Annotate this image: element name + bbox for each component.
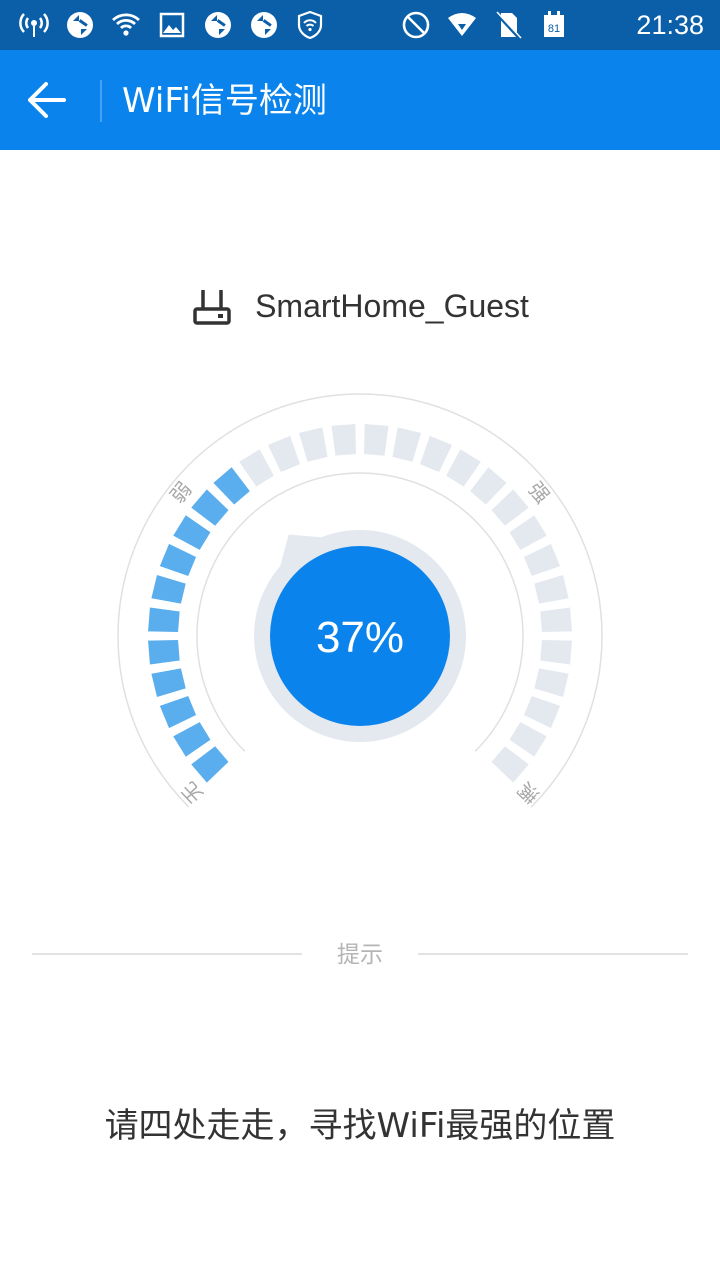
gauge-label-none: 无 — [177, 777, 208, 808]
gauge-segment-inactive — [239, 449, 274, 487]
back-arrow-icon[interactable] — [22, 76, 74, 124]
gauge-label-full: 满 — [512, 777, 543, 808]
wifi-icon — [112, 13, 140, 36]
gauge-segment-active — [159, 543, 197, 576]
gauge-segment-inactive — [540, 640, 572, 665]
sync-icon — [205, 12, 231, 38]
tip-text: 请四处走走，寻找WiFi最强的位置 — [104, 1106, 616, 1146]
status-bar: 81 21:38 — [0, 0, 720, 50]
network-ssid: SmartHome_Guest — [255, 287, 529, 324]
status-bar-left-icons — [18, 9, 326, 41]
gauge-segment-active — [173, 515, 211, 550]
gauge-segment-inactive — [540, 607, 572, 632]
gauge-label-strong: 强 — [523, 477, 554, 508]
sync-icon — [67, 12, 93, 38]
gauge-segment-inactive — [298, 427, 328, 462]
tip-divider-right — [418, 953, 688, 955]
gauge-segment-active — [213, 467, 250, 505]
gauge-segment-active — [148, 607, 180, 632]
network-info: SmartHome_Guest — [0, 278, 720, 334]
gauge-segment-inactive — [509, 722, 547, 757]
sync-icon — [251, 12, 277, 38]
gauge-segment-inactive — [267, 435, 300, 473]
gauge-segment-active — [148, 640, 180, 665]
gauge-segment-inactive — [491, 489, 529, 526]
gauge-segment-inactive — [392, 427, 422, 462]
gauge-segment-inactive — [446, 449, 481, 487]
gauge-segment-inactive — [491, 746, 529, 783]
calendar-day: 81 — [548, 23, 560, 35]
page-title: WiFi信号检测 — [122, 81, 327, 121]
gauge-segment-active — [151, 574, 186, 604]
status-bar-right-icons: 81 — [400, 9, 570, 41]
router-icon — [193, 290, 231, 325]
tip-divider-left — [32, 953, 302, 955]
gauge-segment-inactive — [523, 543, 561, 576]
gauge-label-weak: 弱 — [165, 477, 196, 508]
gauge-segment-active — [151, 668, 186, 698]
gauge-segment-active — [191, 489, 229, 526]
gauge-segment-inactive — [364, 424, 389, 456]
tip-label: 提示 — [337, 942, 383, 968]
gauge-segment-inactive — [523, 696, 561, 729]
wifi-hotspot-icon — [19, 13, 49, 37]
wifi-signal-icon — [448, 13, 476, 36]
calendar-icon: 81 — [544, 11, 564, 37]
app-bar: WiFi信号检测 — [0, 50, 720, 150]
gauge-segment-active — [173, 722, 211, 757]
status-time: 21:38 — [636, 10, 704, 40]
gauge-segment-active — [191, 746, 229, 783]
gauge-segment-inactive — [534, 574, 569, 604]
gauge-segment-inactive — [470, 467, 507, 505]
gauge-segment-inactive — [420, 435, 453, 473]
signal-percent: 37% — [315, 613, 405, 662]
do-not-disturb-icon — [402, 11, 430, 39]
gauge-segment-inactive — [534, 668, 569, 698]
app-bar-divider — [100, 80, 102, 122]
gauge-segment-active — [159, 696, 197, 729]
gauge-segment-inactive — [509, 515, 547, 550]
gauge-segment-inactive — [331, 424, 356, 456]
shield-wifi-icon — [297, 10, 323, 40]
no-sim-icon — [494, 11, 522, 41]
image-icon — [159, 12, 185, 38]
